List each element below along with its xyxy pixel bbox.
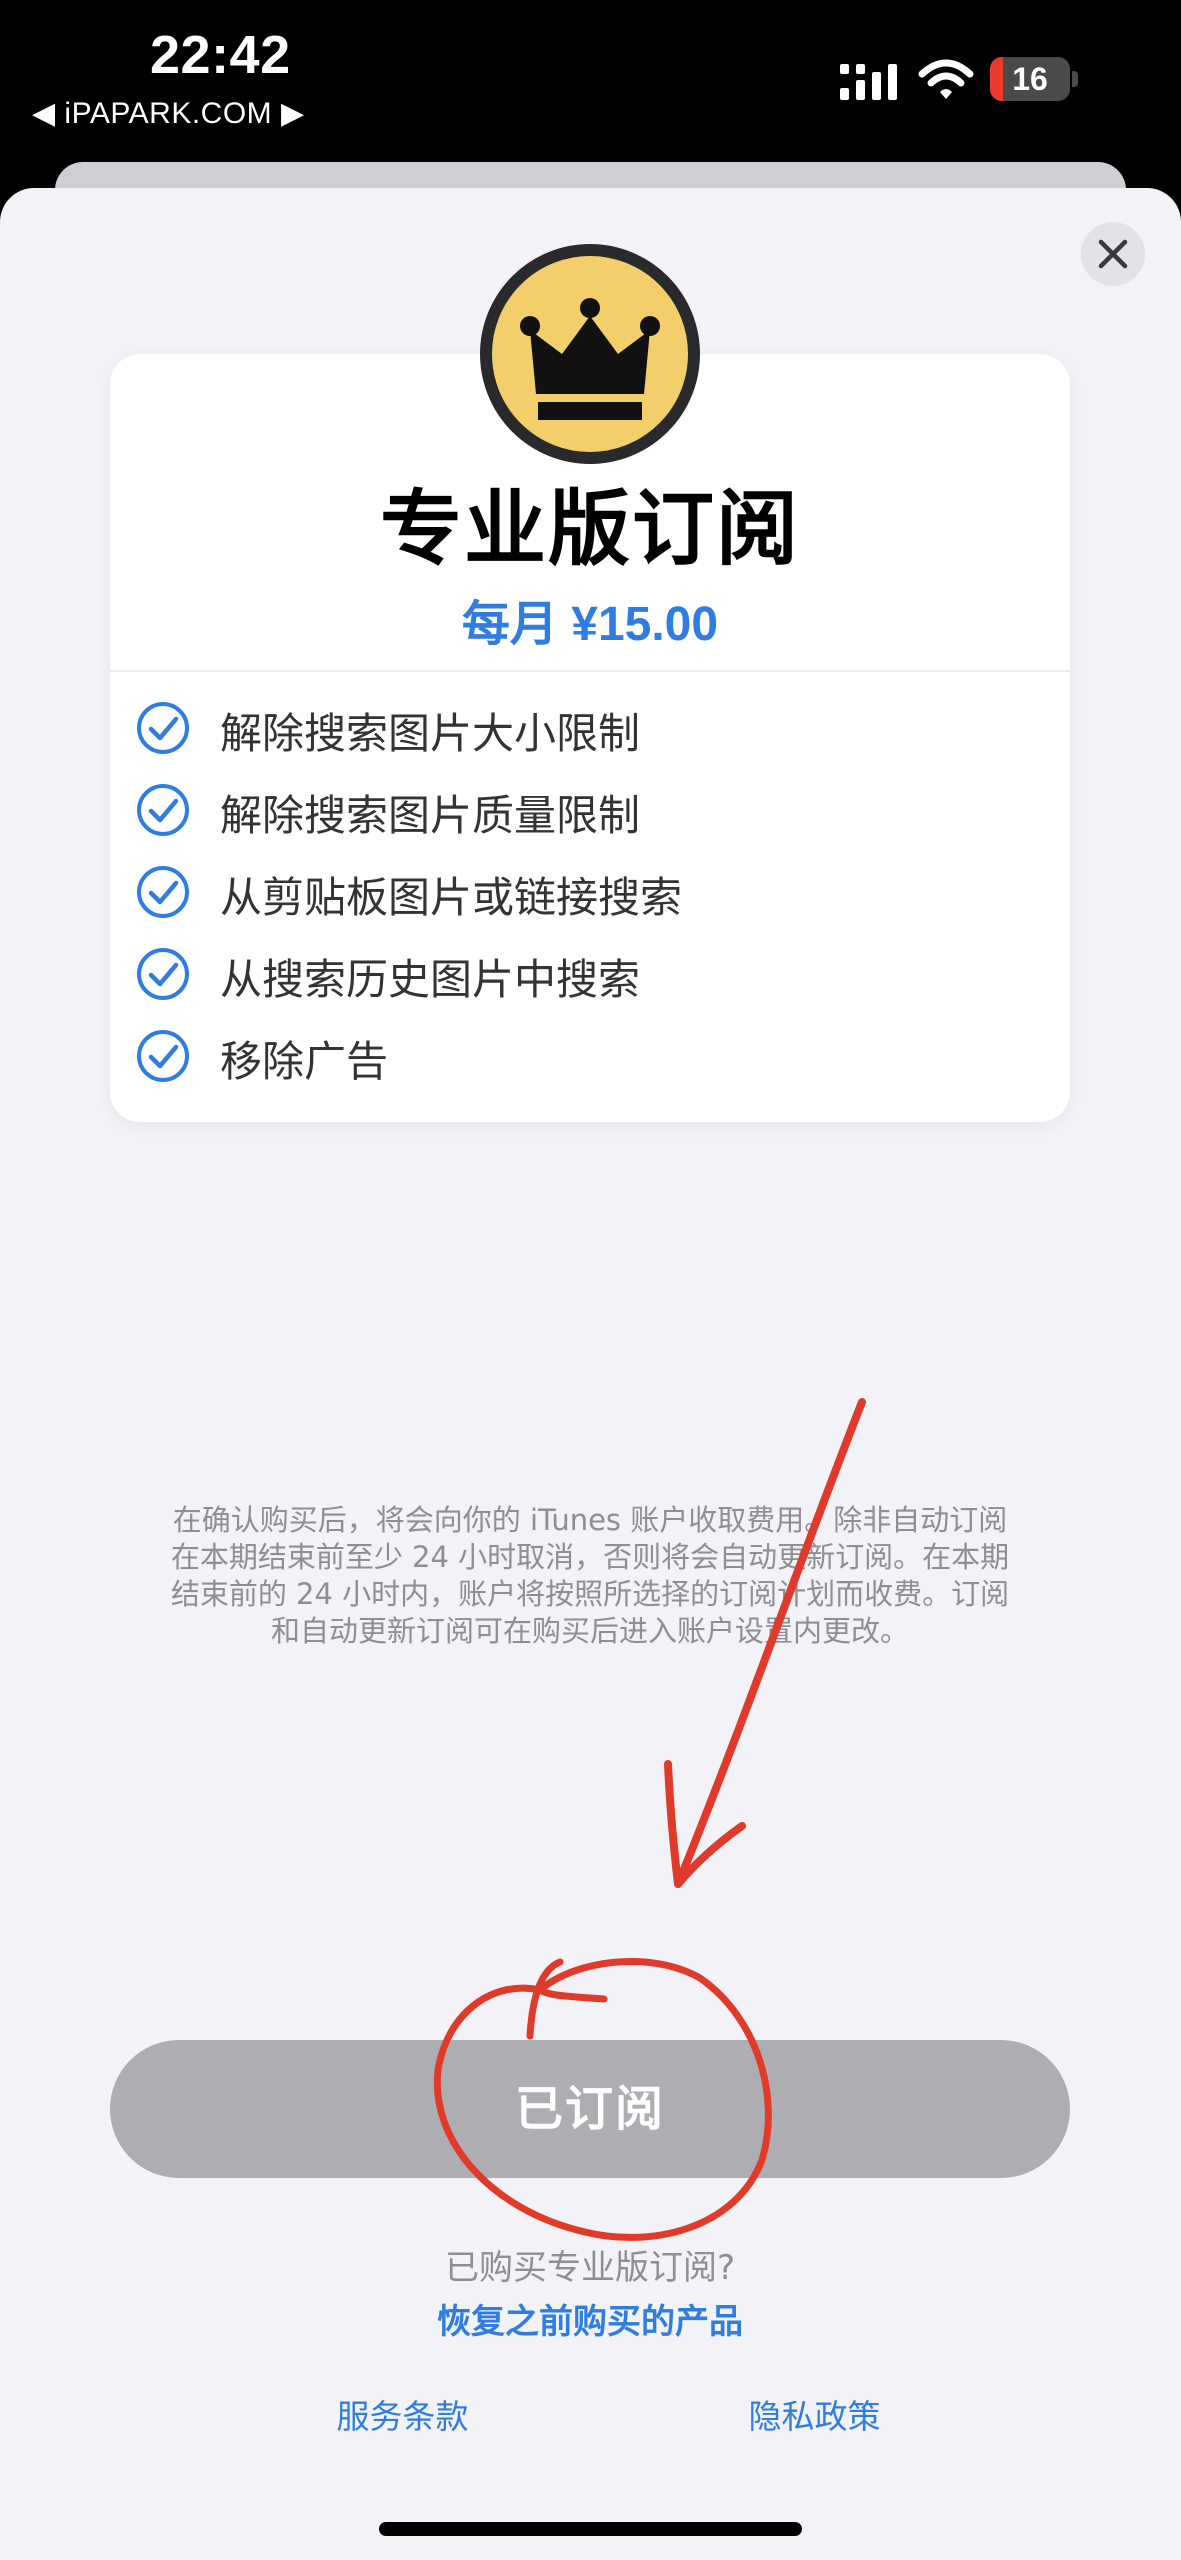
cellular-signal-icon bbox=[840, 64, 897, 100]
status-time: 22:42 bbox=[150, 25, 291, 85]
home-indicator[interactable] bbox=[379, 2522, 802, 2536]
plan-title: 专业版订阅 bbox=[379, 482, 800, 577]
restore-purchases-link[interactable]: 恢复之前购买的产品 bbox=[110, 2294, 1070, 2343]
legal-line: 在本期结束前至少 24 小时取消，否则将会自动更新订阅。在本期 bbox=[170, 1540, 1010, 1574]
feature-list: 解除搜索图片大小限制 解除搜索图片质量限制 从剪贴板图片或链接搜索 从搜索历史图… bbox=[110, 686, 1070, 1096]
feature-item: 解除搜索图片大小限制 bbox=[110, 686, 1070, 768]
legal-disclaimer: 在确认购买后，将会向你的 iTunes 账户收取费用。除非自动订阅 在本期结束前… bbox=[110, 1502, 1070, 1650]
status-bar: 22:42 ◀ iPAPARK.COM ▶ 16 bbox=[0, 0, 1181, 160]
battery-level: 16 bbox=[1012, 61, 1048, 97]
terms-of-service-link[interactable]: 服务条款 bbox=[300, 2390, 505, 2438]
legal-line: 结束前的 24 小时内，账户将按照所选择的订阅计划而收费。订阅 bbox=[170, 1577, 1010, 1611]
battery-icon: 16 bbox=[990, 57, 1070, 101]
checkmark-circle-icon bbox=[137, 702, 189, 754]
feature-text: 解除搜索图片大小限制 bbox=[220, 709, 641, 758]
feature-text: 解除搜索图片质量限制 bbox=[220, 791, 641, 840]
feature-text: 从剪贴板图片或链接搜索 bbox=[220, 873, 683, 922]
close-button[interactable] bbox=[1081, 222, 1145, 286]
feature-item: 从剪贴板图片或链接搜索 bbox=[110, 850, 1070, 932]
plan-price: 每月 ¥15.00 bbox=[461, 598, 719, 651]
already-bought-text: 已购买专业版订阅? bbox=[444, 2248, 736, 2288]
wifi-icon bbox=[918, 59, 974, 99]
close-icon bbox=[1098, 239, 1128, 269]
battery-cap bbox=[1072, 71, 1078, 87]
checkmark-circle-icon bbox=[137, 866, 189, 918]
checkmark-circle-icon bbox=[137, 948, 189, 1000]
legal-line: 在确认购买后，将会向你的 iTunes 账户收取费用。除非自动订阅 bbox=[172, 1503, 1008, 1537]
crown-icon bbox=[480, 244, 700, 464]
battery-indicator: 16 bbox=[990, 57, 1078, 101]
feature-text: 从搜索历史图片中搜索 bbox=[220, 955, 641, 1004]
card-divider bbox=[110, 670, 1070, 672]
feature-item: 解除搜索图片质量限制 bbox=[110, 768, 1070, 850]
back-to-app-link[interactable]: ◀ iPAPARK.COM ▶ bbox=[32, 96, 305, 131]
privacy-policy-link[interactable]: 隐私政策 bbox=[712, 2390, 917, 2438]
feature-text: 移除广告 bbox=[220, 1037, 389, 1086]
subscribed-button[interactable]: 已订阅 bbox=[110, 2040, 1070, 2178]
checkmark-circle-icon bbox=[137, 784, 189, 836]
checkmark-circle-icon bbox=[137, 1030, 189, 1082]
feature-item: 从搜索历史图片中搜索 bbox=[110, 932, 1070, 1014]
feature-item: 移除广告 bbox=[110, 1014, 1070, 1096]
legal-line: 和自动更新订阅可在购买后进入账户设置内更改。 bbox=[270, 1614, 909, 1648]
